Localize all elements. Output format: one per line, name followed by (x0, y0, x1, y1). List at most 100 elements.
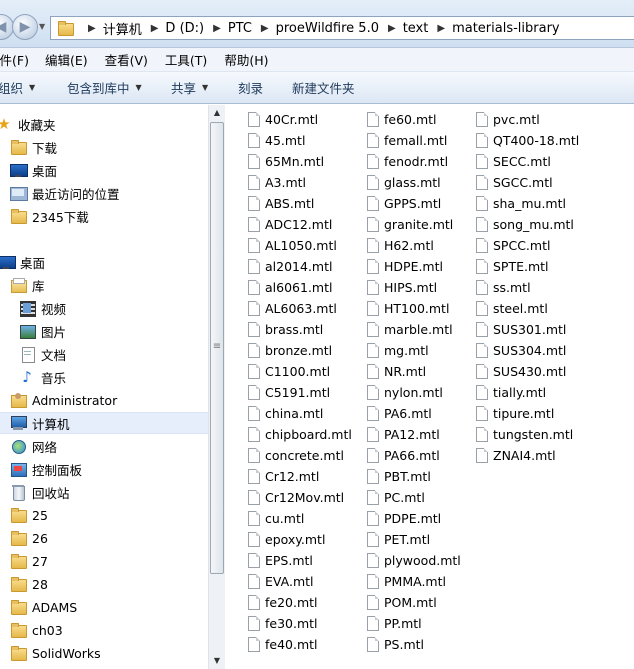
file-item[interactable]: AL1050.mtl (248, 235, 352, 256)
file-item[interactable]: marble.mtl (367, 319, 461, 340)
file-item[interactable]: Cr12Mov.mtl (248, 487, 352, 508)
menu-item[interactable]: 文件(F) (0, 50, 29, 69)
file-item[interactable]: glass.mtl (367, 172, 461, 193)
file-item[interactable]: tially.mtl (476, 382, 579, 403)
file-item[interactable]: SPCC.mtl (476, 235, 579, 256)
file-item[interactable]: pvc.mtl (476, 109, 579, 130)
file-item[interactable]: femall.mtl (367, 130, 461, 151)
file-item[interactable]: ADC12.mtl (248, 214, 352, 235)
file-item[interactable]: chipboard.mtl (248, 424, 352, 445)
nav-item[interactable]: 计算机 (0, 412, 208, 434)
address-bar[interactable]: ▶ 计算机 ▶ D (D:) ▶ PTC ▶ proeWildfire 5.0 ▶ text ▶ ma… (50, 16, 634, 40)
file-item[interactable]: PA12.mtl (367, 424, 461, 445)
file-item[interactable]: Cr12.mtl (248, 466, 352, 487)
file-item[interactable]: tungsten.mtl (476, 424, 579, 445)
nav-item[interactable]: 最近访问的位置 (10, 182, 120, 204)
file-item[interactable]: ss.mtl (476, 277, 579, 298)
file-item[interactable]: AL6063.mtl (248, 298, 352, 319)
file-item[interactable]: al2014.mtl (248, 256, 352, 277)
file-item[interactable]: 40Cr.mtl (248, 109, 352, 130)
nav-item[interactable]: 回收站 (10, 481, 70, 503)
breadcrumb-item[interactable]: materials-library (452, 21, 560, 36)
file-item[interactable]: nylon.mtl (367, 382, 461, 403)
breadcrumb-item[interactable]: D (D:) (165, 21, 204, 36)
scroll-thumb[interactable] (210, 122, 224, 574)
nav-item[interactable]: 文档 (19, 343, 66, 365)
file-item[interactable]: PS.mtl (367, 634, 461, 655)
file-item[interactable]: fe20.mtl (248, 592, 352, 613)
file-item[interactable]: POM.mtl (367, 592, 461, 613)
file-item[interactable]: 65Mn.mtl (248, 151, 352, 172)
breadcrumb-separator-icon[interactable]: ▶ (388, 23, 396, 34)
command-button[interactable]: 新建文件夹 (292, 78, 355, 97)
file-item[interactable]: SPTE.mtl (476, 256, 579, 277)
nav-item[interactable]: ♪ 音乐 (19, 366, 66, 388)
nav-item[interactable]: 图片 (19, 320, 66, 342)
file-item[interactable]: QT400-18.mtl (476, 130, 579, 151)
file-item[interactable]: H62.mtl (367, 235, 461, 256)
command-button[interactable]: 刻录 (238, 78, 263, 97)
file-item[interactable]: PA66.mtl (367, 445, 461, 466)
file-item[interactable]: tipure.mtl (476, 403, 579, 424)
forward-button[interactable]: ▶ (12, 14, 38, 40)
file-item[interactable]: C1100.mtl (248, 361, 352, 382)
file-item[interactable]: bronze.mtl (248, 340, 352, 361)
file-item[interactable]: PC.mtl (367, 487, 461, 508)
file-item[interactable]: SUS301.mtl (476, 319, 579, 340)
nav-item[interactable]: 下载 (10, 136, 57, 158)
scroll-up-icon[interactable]: ▲ (209, 105, 225, 121)
file-item[interactable]: A3.mtl (248, 172, 352, 193)
file-item[interactable]: PP.mtl (367, 613, 461, 634)
nav-item[interactable]: 25 (10, 504, 48, 526)
command-button[interactable]: 组织 ▼ (0, 78, 35, 97)
file-item[interactable]: fe40.mtl (248, 634, 352, 655)
file-item[interactable]: EVA.mtl (248, 571, 352, 592)
command-button[interactable]: 共享 ▼ (171, 78, 208, 97)
file-item[interactable]: ZNAI4.mtl (476, 445, 579, 466)
nav-item[interactable]: 桌面 (0, 251, 45, 273)
file-item[interactable]: epoxy.mtl (248, 529, 352, 550)
nav-item[interactable]: ch03 (10, 619, 63, 641)
file-item[interactable]: granite.mtl (367, 214, 461, 235)
recent-pages-dropdown-icon[interactable]: ▼ (39, 22, 45, 31)
nav-item[interactable]: Administrator (10, 389, 117, 411)
nav-item[interactable]: 2345下载 (10, 205, 89, 227)
nav-item[interactable]: 桌面 (10, 159, 57, 181)
breadcrumb-separator-icon[interactable]: ▶ (213, 23, 221, 34)
file-item[interactable]: EPS.mtl (248, 550, 352, 571)
file-item[interactable]: GPPS.mtl (367, 193, 461, 214)
menu-item[interactable]: 查看(V) (105, 50, 148, 69)
nav-item[interactable]: ADAMS (10, 596, 77, 618)
breadcrumb-item[interactable]: proeWildfire 5.0 (276, 21, 379, 36)
command-button[interactable]: 包含到库中 ▼ (67, 78, 142, 97)
breadcrumb-separator-icon[interactable]: ▶ (151, 23, 159, 34)
file-item[interactable]: PBT.mtl (367, 466, 461, 487)
file-item[interactable]: HT100.mtl (367, 298, 461, 319)
breadcrumb-separator-icon[interactable]: ▶ (88, 23, 96, 34)
file-item[interactable]: fe30.mtl (248, 613, 352, 634)
navigation-scrollbar[interactable]: ▲ ▼ (208, 105, 225, 669)
breadcrumb-item[interactable]: text (403, 21, 429, 36)
breadcrumb-item[interactable]: 计算机 (103, 19, 142, 38)
breadcrumb-separator-icon[interactable]: ▶ (437, 23, 445, 34)
nav-item[interactable]: 视频 (19, 297, 66, 319)
file-item[interactable]: plywood.mtl (367, 550, 461, 571)
file-item[interactable]: fe60.mtl (367, 109, 461, 130)
nav-item[interactable]: ★ 收藏夹 (0, 113, 56, 135)
file-item[interactable]: al6061.mtl (248, 277, 352, 298)
file-item[interactable]: PA6.mtl (367, 403, 461, 424)
breadcrumb-separator-icon[interactable]: ▶ (261, 23, 269, 34)
breadcrumb-item[interactable]: PTC (228, 21, 252, 36)
file-item[interactable]: ABS.mtl (248, 193, 352, 214)
nav-item[interactable]: 27 (10, 550, 48, 572)
menu-item[interactable]: 帮助(H) (224, 50, 268, 69)
file-item[interactable]: HDPE.mtl (367, 256, 461, 277)
file-item[interactable]: HIPS.mtl (367, 277, 461, 298)
file-item[interactable]: C5191.mtl (248, 382, 352, 403)
nav-item[interactable]: SolidWorks (10, 642, 101, 664)
file-item[interactable]: fenodr.mtl (367, 151, 461, 172)
file-item[interactable]: sha_mu.mtl (476, 193, 579, 214)
nav-item[interactable]: 库 (10, 274, 45, 296)
file-item[interactable]: song_mu.mtl (476, 214, 579, 235)
nav-item[interactable]: 控制面板 (10, 458, 82, 480)
